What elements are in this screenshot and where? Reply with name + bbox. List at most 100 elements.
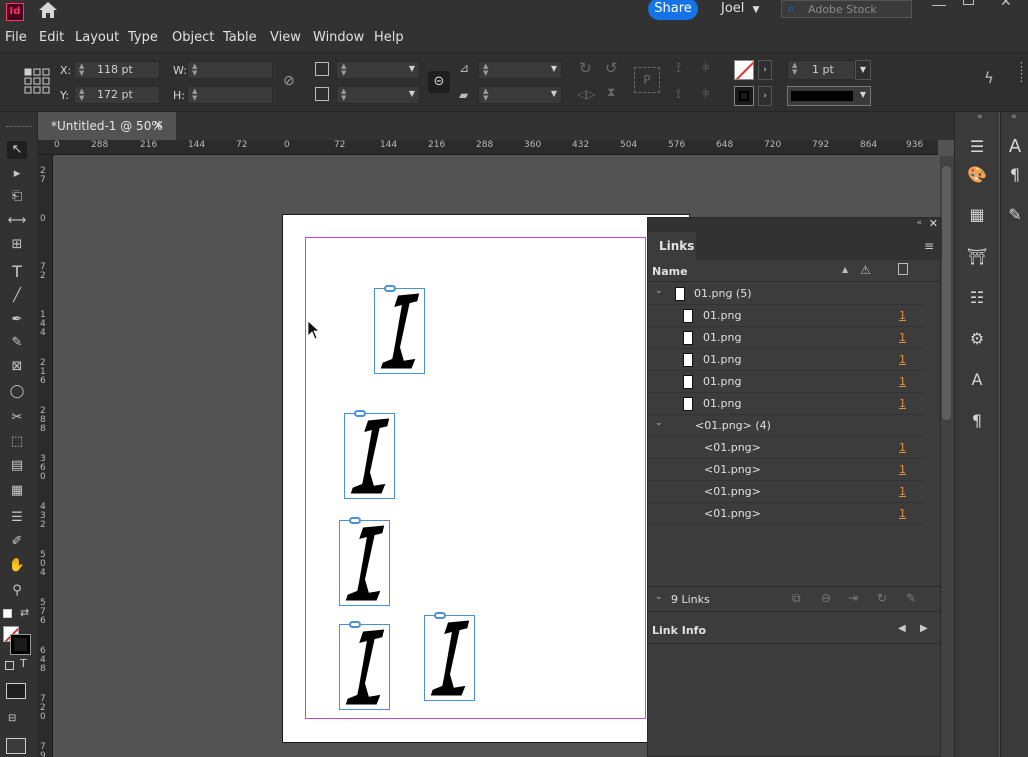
spinner-icon[interactable]: ▲ ▼ bbox=[192, 63, 197, 77]
link-page-number[interactable]: 1 bbox=[899, 309, 906, 322]
zoom-tool-icon[interactable]: ⚲ bbox=[7, 582, 27, 600]
swatches-panel-icon[interactable]: ▦ bbox=[964, 202, 990, 228]
free-transform-tool-icon[interactable]: ⬚ bbox=[7, 433, 27, 451]
link-page-number[interactable]: 1 bbox=[899, 397, 906, 410]
link-row[interactable]: <01.png> 1 bbox=[648, 459, 924, 481]
link-row[interactable]: 01.png 1 bbox=[648, 305, 924, 327]
page-icon[interactable] bbox=[898, 263, 908, 275]
rectangle-frame-tool-icon[interactable]: ⊠ bbox=[7, 358, 27, 376]
menu-table[interactable]: Table bbox=[223, 30, 257, 45]
menu-icon[interactable]: ≡ bbox=[924, 239, 934, 253]
edit-original-icon[interactable]: ✎ bbox=[906, 591, 916, 605]
gap-tool-icon[interactable]: ⟷ bbox=[7, 212, 27, 230]
stock-search-input[interactable]: ⌕ Adobe Stock bbox=[781, 0, 912, 18]
document-tab[interactable]: *Untitled-1 @ 50% × bbox=[38, 112, 176, 140]
normal-view-icon[interactable] bbox=[6, 683, 26, 699]
chain-icon[interactable] bbox=[349, 517, 361, 524]
chevron-down-icon[interactable]: ⌄ bbox=[655, 286, 663, 296]
distribute-icon[interactable]: ⫩ bbox=[702, 61, 709, 76]
rotate-cw-icon[interactable]: ↻ bbox=[579, 59, 592, 77]
links-tab[interactable]: Links bbox=[648, 232, 696, 260]
effects-panel-icon[interactable]: ⚙ bbox=[964, 326, 990, 352]
glyphs-panel-icon[interactable]: ✎ bbox=[1002, 202, 1028, 228]
link-group-row[interactable]: ⌄ <01.png> (4) bbox=[648, 415, 924, 437]
image-frame[interactable] bbox=[424, 612, 475, 701]
default-colors-icon[interactable] bbox=[3, 609, 12, 618]
chain-icon[interactable] bbox=[354, 410, 366, 417]
link-scale-icon[interactable]: ⊝ bbox=[428, 71, 450, 93]
collapse-dock-icon[interactable]: « bbox=[1011, 112, 1017, 122]
character-styles-icon[interactable]: A bbox=[964, 367, 990, 393]
note-tool-icon[interactable]: ☰ bbox=[7, 509, 27, 527]
gradient-feather-tool-icon[interactable]: ▦ bbox=[7, 482, 27, 500]
width-field[interactable]: ▲ ▼ bbox=[187, 61, 273, 79]
constrain-proportions-icon[interactable]: ⊘ bbox=[283, 73, 295, 89]
image-frame[interactable] bbox=[339, 517, 390, 606]
name-column-header[interactable]: Name bbox=[652, 265, 688, 278]
color-panel-icon[interactable]: 🎨 bbox=[964, 162, 990, 188]
link-page-number[interactable]: 1 bbox=[899, 375, 906, 388]
hand-tool-icon[interactable]: ✋ bbox=[7, 557, 27, 575]
x-position-field[interactable]: ▲ ▼ 118 pt bbox=[74, 61, 160, 79]
stroke-swatch[interactable] bbox=[734, 86, 754, 106]
link-page-number[interactable]: 1 bbox=[899, 507, 906, 520]
paragraph-styles-icon[interactable]: ¶ bbox=[964, 408, 990, 434]
scissors-tool-icon[interactable]: ✂ bbox=[7, 409, 27, 427]
link-page-number[interactable]: 1 bbox=[899, 463, 906, 476]
height-field[interactable]: ▲ ▼ bbox=[187, 86, 273, 104]
scale-y-field[interactable]: ▲ ▼ ▼ bbox=[336, 86, 420, 104]
chevron-right-icon[interactable]: › bbox=[758, 86, 772, 106]
link-page-number[interactable]: 1 bbox=[899, 485, 906, 498]
chevron-down-icon[interactable]: ⌄ bbox=[655, 592, 663, 602]
links-panel-header[interactable]: « ✕ bbox=[648, 217, 942, 232]
menu-window[interactable]: Window bbox=[313, 30, 364, 45]
spinner-icon[interactable]: ▲ ▼ bbox=[483, 63, 488, 77]
collapse-dock-icon[interactable]: « bbox=[977, 112, 983, 122]
shear-field[interactable]: ▲ ▼ ▼ bbox=[478, 86, 562, 104]
spinner-icon[interactable]: ▲ ▼ bbox=[79, 63, 84, 77]
link-page-number[interactable]: 1 bbox=[899, 353, 906, 366]
type-tool-icon[interactable]: T bbox=[7, 263, 27, 281]
chevron-down-icon[interactable]: ▼ bbox=[409, 64, 415, 73]
image-frame[interactable] bbox=[374, 285, 425, 374]
gradient-swatch-tool-icon[interactable]: ▤ bbox=[7, 457, 27, 475]
stroke-type-dropdown[interactable]: ▼ bbox=[787, 86, 871, 106]
paragraph-panel-icon[interactable]: ¶ bbox=[1002, 162, 1028, 188]
link-row[interactable]: <01.png> 1 bbox=[648, 437, 924, 459]
character-panel-icon[interactable]: A bbox=[1002, 134, 1028, 160]
line-tool-icon[interactable]: ╱ bbox=[7, 287, 27, 305]
eyedropper-tool-icon[interactable]: ✐ bbox=[7, 533, 27, 551]
text-wrap-icon[interactable]: ☷ bbox=[964, 285, 990, 311]
chain-icon[interactable]: ⊖ bbox=[821, 591, 831, 605]
pencil-tool-icon[interactable]: ✎ bbox=[7, 334, 27, 352]
spinner-icon[interactable]: ▲ ▼ bbox=[192, 88, 197, 102]
spinner-icon[interactable]: ▲ ▼ bbox=[483, 88, 488, 102]
share-button[interactable]: Share bbox=[648, 0, 698, 20]
image-frame[interactable] bbox=[344, 410, 395, 499]
relink-icon[interactable]: ⧉ bbox=[792, 591, 801, 606]
link-page-number[interactable]: 1 bbox=[899, 441, 906, 454]
content-collector-icon[interactable]: ⊞ bbox=[7, 236, 27, 254]
link-row[interactable]: 01.png 1 bbox=[648, 327, 924, 349]
goto-link-icon[interactable]: ⇥ bbox=[848, 591, 858, 605]
fill-swatch[interactable] bbox=[734, 60, 754, 80]
menu-layout[interactable]: Layout bbox=[75, 30, 119, 45]
close-icon[interactable]: × bbox=[153, 118, 164, 133]
direct-selection-tool-icon[interactable]: ▸ bbox=[7, 165, 27, 183]
lightning-icon[interactable]: ϟ bbox=[984, 69, 994, 87]
horizontal-ruler[interactable]: 0 288 216 144 72 0 72 144 216 288 360 43… bbox=[38, 140, 938, 155]
spinner-icon[interactable]: ▲ ▼ bbox=[792, 62, 797, 76]
chain-icon[interactable] bbox=[349, 621, 361, 628]
spinner-icon[interactable]: ▲ ▼ bbox=[79, 88, 84, 102]
flip-horizontal-icon[interactable]: ◁▷ bbox=[577, 87, 595, 101]
link-row[interactable]: <01.png> 1 bbox=[648, 503, 924, 525]
reference-point-icon[interactable] bbox=[24, 68, 50, 94]
link-row[interactable]: <01.png> 1 bbox=[648, 481, 924, 503]
selection-tool-icon[interactable]: ↖ bbox=[7, 141, 27, 159]
chain-icon[interactable] bbox=[434, 612, 446, 619]
spinner-icon[interactable]: ▲ ▼ bbox=[341, 63, 346, 77]
preview-mode-icon[interactable] bbox=[6, 738, 26, 754]
spinner-icon[interactable]: ▲ ▼ bbox=[341, 88, 346, 102]
menu-edit[interactable]: Edit bbox=[39, 30, 64, 45]
formatting-container-icon[interactable] bbox=[5, 661, 14, 670]
